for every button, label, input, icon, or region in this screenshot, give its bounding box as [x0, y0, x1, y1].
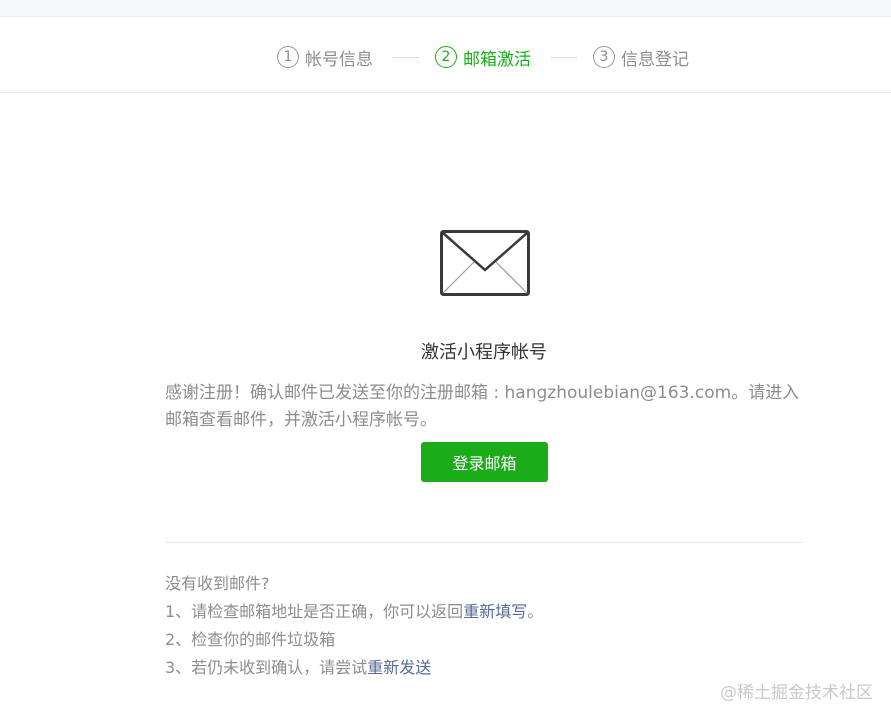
tip-item-1: 1、请检查邮箱地址是否正确，你可以返回重新填写。 [165, 598, 805, 626]
step-number: 2 [435, 46, 457, 68]
tip-text: 。 [527, 602, 544, 621]
step-progress: 1 帐号信息 2 邮箱激活 3 信息登记 [0, 17, 891, 93]
refill-link[interactable]: 重新填写 [463, 602, 527, 621]
tip-item-2: 2、检查你的邮件垃圾箱 [165, 630, 336, 649]
tip-text: 3、若仍未收到确认，请尝试 [165, 658, 368, 677]
step-separator [551, 57, 577, 58]
tips-heading: 没有收到邮件? [165, 574, 270, 593]
tip-item-3: 3、若仍未收到确认，请尝试重新发送 [165, 654, 805, 682]
step-label: 帐号信息 [305, 49, 373, 70]
step-separator [393, 57, 419, 58]
envelope-icon [440, 230, 530, 296]
resend-link[interactable]: 重新发送 [367, 658, 431, 677]
step-label: 邮箱激活 [463, 49, 531, 70]
top-bar [0, 0, 891, 17]
step-info-registration: 3 信息登记 [593, 45, 689, 70]
page-title: 激活小程序帐号 [421, 342, 547, 363]
step-email-activation: 2 邮箱激活 [435, 45, 531, 70]
step-number: 3 [593, 46, 615, 68]
step-label: 信息登记 [621, 49, 689, 70]
activation-description: 感谢注册！确认邮件已发送至你的注册邮箱 : hangzhoulebian@163… [165, 383, 800, 430]
watermark: @稀土掘金技术社区 [720, 683, 873, 703]
step-number: 1 [277, 46, 299, 68]
login-email-button[interactable]: 登录邮箱 [421, 442, 548, 482]
help-tips: 没有收到邮件? 1、请检查邮箱地址是否正确，你可以返回重新填写。 2、检查你的邮… [165, 570, 805, 682]
step-account-info: 1 帐号信息 [277, 45, 373, 70]
divider [165, 542, 804, 543]
tip-text: 1、请检查邮箱地址是否正确，你可以返回 [165, 602, 464, 621]
